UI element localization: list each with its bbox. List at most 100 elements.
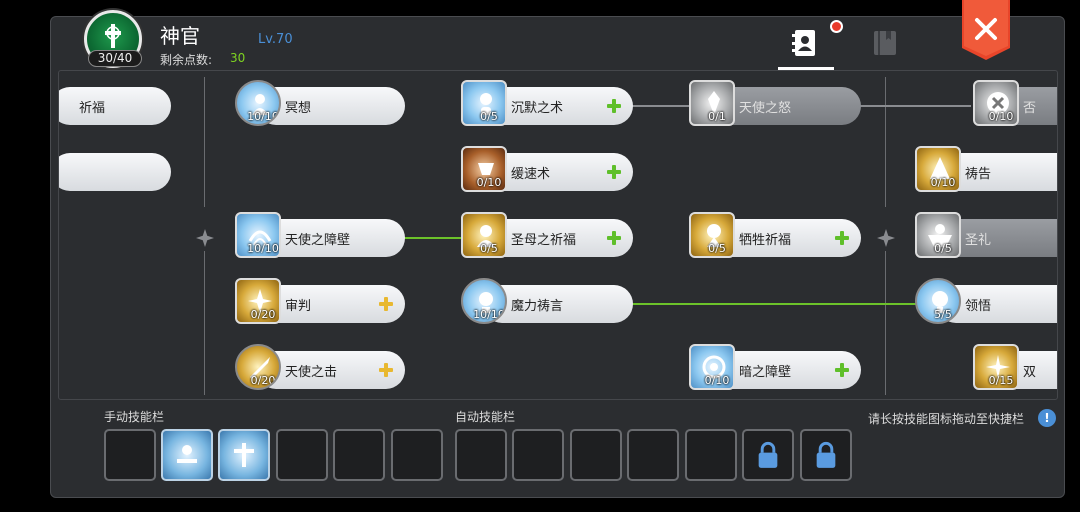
- connector-line: [404, 237, 464, 239]
- skill-blessing[interactable]: 祈福: [59, 87, 179, 125]
- skill-name: 天使之击: [285, 365, 338, 380]
- lock-icon: [816, 441, 836, 468]
- silence-icon: 0/5: [461, 80, 507, 126]
- cross-light-icon: [234, 443, 254, 467]
- virgin-blessing-icon: 0/5: [461, 212, 507, 258]
- skill-name: 圣礼: [965, 233, 992, 248]
- remaining-points-label: 剩余点数:: [160, 53, 213, 67]
- skill-name: 牺牲祈福: [739, 233, 792, 248]
- skill-judgment[interactable]: 0/20 审判: [235, 278, 405, 324]
- sacrifice-icon: 0/5: [689, 212, 735, 258]
- enlighten-icon: 5/5: [915, 278, 961, 324]
- auto-slot-locked[interactable]: [742, 429, 794, 481]
- magnificat-icon: 10/10: [461, 278, 507, 324]
- upgrade-plus-icon[interactable]: [377, 361, 395, 379]
- angel-barrier-icon: 10/10: [235, 212, 281, 258]
- upgrade-plus-icon[interactable]: [833, 361, 851, 379]
- remaining-points-value: 30: [230, 51, 246, 65]
- skill-double[interactable]: 0/15 双: [973, 344, 1057, 390]
- tree-divider: [204, 251, 205, 395]
- skill-name: 冥想: [285, 101, 312, 116]
- manual-skill-bar-label: 手动技能栏: [104, 410, 165, 424]
- drag-hint: 请长按技能图标拖动至快捷栏: [868, 412, 1025, 426]
- tree-divider: [204, 77, 205, 207]
- skill-name: 魔力祷言: [511, 299, 564, 314]
- upgrade-plus-icon[interactable]: [605, 229, 623, 247]
- skill-name: 祈福: [79, 101, 106, 116]
- lock-icon: [758, 441, 778, 468]
- skill-cross[interactable]: 0/10 否: [973, 80, 1057, 126]
- skill-angel-barrier[interactable]: 10/10 天使之障壁: [235, 212, 405, 258]
- manual-slot[interactable]: [104, 429, 156, 481]
- contact-book-icon: [792, 30, 815, 56]
- notification-dot: [830, 20, 843, 33]
- upgrade-plus-icon[interactable]: [833, 229, 851, 247]
- skill-name: 暗之障壁: [739, 365, 792, 380]
- class-name: 神官: [160, 24, 200, 48]
- skill-name: 祷告: [965, 167, 992, 182]
- info-icon[interactable]: !: [1038, 409, 1056, 427]
- priest-emblem-icon: [105, 24, 121, 48]
- tab-book-icon[interactable]: [870, 28, 900, 58]
- manual-slot[interactable]: [218, 429, 270, 481]
- skill-name: 天使之障壁: [285, 233, 351, 248]
- auto-slot[interactable]: [570, 429, 622, 481]
- auto-skill-bar-label: 自动技能栏: [455, 410, 516, 424]
- connector-line: [631, 303, 921, 305]
- skill-name: 审判: [285, 299, 312, 314]
- upgrade-plus-icon[interactable]: [377, 295, 395, 313]
- double-icon: 0/15: [973, 344, 1019, 390]
- skill-slow[interactable]: 0/10 缓速术: [461, 146, 633, 192]
- tree-divider: [885, 251, 886, 395]
- auto-slot[interactable]: [627, 429, 679, 481]
- prayer-icon: 0/10: [915, 146, 961, 192]
- skill-sacrifice[interactable]: 0/5 牺牲祈福: [689, 212, 861, 258]
- skill-magnificat[interactable]: 10/10 魔力祷言: [461, 278, 633, 324]
- skill-name: 沉默之术: [511, 101, 564, 116]
- skill-angel-wrath[interactable]: 0/1 天使之怒: [689, 80, 861, 126]
- skill-enlighten[interactable]: 5/5 领悟: [915, 278, 1057, 324]
- skill-dark-barrier[interactable]: 0/10 暗之障壁: [689, 344, 861, 390]
- manual-slot[interactable]: [276, 429, 328, 481]
- skill-name: 领悟: [965, 299, 992, 314]
- manual-slot[interactable]: [391, 429, 443, 481]
- skill-name: 否: [1023, 101, 1037, 116]
- auto-slot-locked[interactable]: [800, 429, 852, 481]
- skill-virgin-blessing[interactable]: 0/5 圣母之祈福: [461, 212, 633, 258]
- class-point-count: 30/40: [88, 50, 142, 67]
- skill-name: 天使之怒: [739, 101, 792, 116]
- cross-icon: 0/10: [973, 80, 1019, 126]
- meditation-icon: 10/10: [235, 80, 281, 126]
- meditation-icon: [177, 445, 197, 463]
- manual-slot[interactable]: [161, 429, 213, 481]
- skill-angel-strike[interactable]: 0/20 天使之击: [235, 344, 405, 390]
- tab-skills[interactable]: [778, 24, 834, 70]
- manual-slot[interactable]: [333, 429, 385, 481]
- auto-slot[interactable]: [455, 429, 507, 481]
- slow-icon: 0/10: [461, 146, 507, 192]
- skill-ritual[interactable]: 0/5 圣礼: [915, 212, 1057, 258]
- skill-prayer[interactable]: 0/10 祷告: [915, 146, 1057, 192]
- upgrade-plus-icon[interactable]: [605, 163, 623, 181]
- skill-unknown[interactable]: [59, 153, 179, 191]
- skill-name: 缓速术: [511, 167, 551, 182]
- close-button[interactable]: [962, 0, 1010, 60]
- skill-name: 圣母之祈福: [511, 233, 577, 248]
- angel-strike-icon: 0/20: [235, 344, 281, 390]
- judgment-icon: 0/20: [235, 278, 281, 324]
- angel-wrath-icon: 0/1: [689, 80, 735, 126]
- skill-tree: 祈福 10/10 冥想 10/10 天使之障壁 0/20 审判 0/20 天使之…: [58, 70, 1058, 400]
- dark-barrier-icon: 0/10: [689, 344, 735, 390]
- auto-slot[interactable]: [512, 429, 564, 481]
- upgrade-plus-icon[interactable]: [605, 97, 623, 115]
- ritual-icon: 0/5: [915, 212, 961, 258]
- divider-ornament-icon: [877, 229, 895, 247]
- skill-name: 双: [1023, 365, 1037, 380]
- connector-line: [859, 105, 971, 107]
- class-level: Lv.70: [258, 32, 293, 47]
- connector-line: [631, 105, 691, 107]
- skill-silence[interactable]: 0/5 沉默之术: [461, 80, 633, 126]
- divider-ornament-icon: [196, 229, 214, 247]
- skill-meditation[interactable]: 10/10 冥想: [235, 80, 405, 126]
- auto-slot[interactable]: [685, 429, 737, 481]
